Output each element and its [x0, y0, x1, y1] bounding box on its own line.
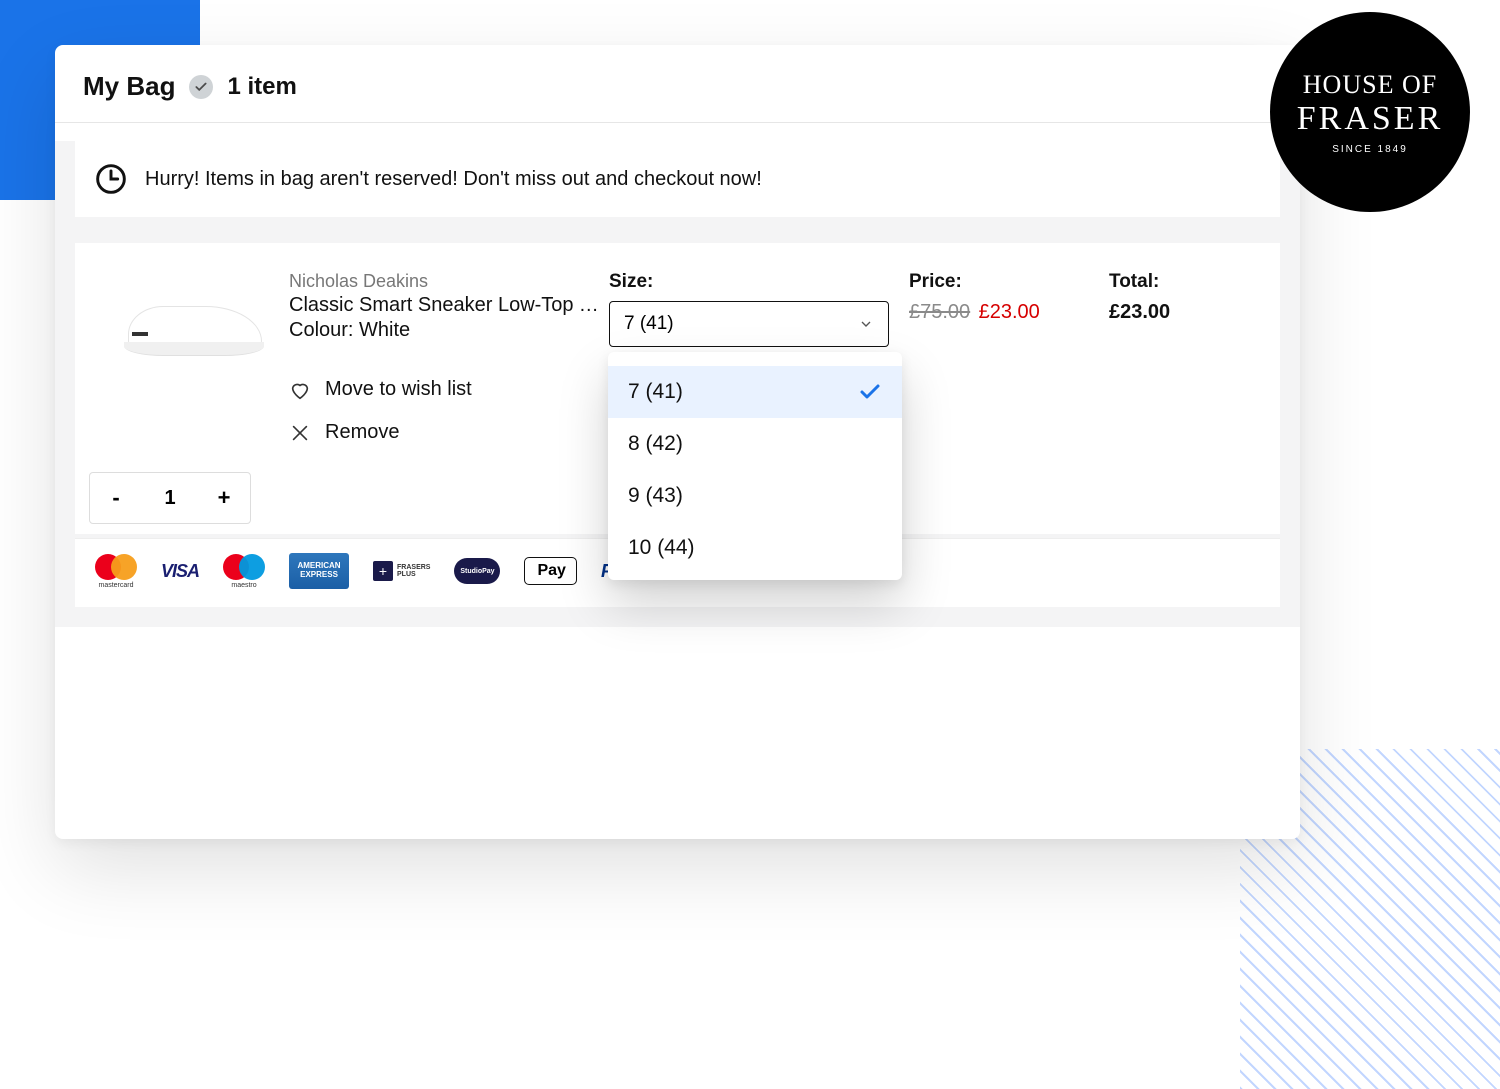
wishlist-label: Move to wish list: [325, 378, 472, 401]
bag-card: My Bag 1 item Hurry! Items in bag aren't…: [55, 45, 1300, 839]
logo-line2: FRASER: [1297, 100, 1444, 138]
item-count: 1 item: [227, 73, 296, 101]
price-values: £75.00 £23.00: [909, 301, 1109, 324]
qty-value: 1: [164, 487, 175, 510]
product-colour: Colour: White: [289, 319, 599, 342]
amex-line2: EXPRESS: [300, 571, 338, 580]
banner-text: Hurry! Items in bag aren't reserved! Don…: [145, 168, 762, 191]
size-option-9[interactable]: 9 (43): [608, 470, 902, 522]
size-option-label: 7 (41): [628, 380, 683, 404]
page-title: My Bag: [83, 71, 175, 102]
size-selected-value: 7 (41): [624, 313, 674, 335]
mastercard-icon: mastercard: [95, 554, 137, 589]
price-label: Price:: [909, 271, 1109, 293]
size-label: Size:: [609, 271, 909, 293]
frasers-plus-icon: + FRASERS PLUS: [373, 561, 430, 581]
product-image: [99, 271, 289, 381]
remove-label: Remove: [325, 421, 399, 444]
old-price: £75.00: [909, 301, 970, 323]
product-actions: Move to wish list Remove: [289, 368, 599, 454]
size-option-7[interactable]: 7 (41): [608, 366, 902, 418]
product-card: Nicholas Deakins Classic Smart Sneaker L…: [75, 243, 1280, 534]
total-label: Total:: [1109, 271, 1249, 293]
studiopay-icon: StudioPay: [454, 558, 500, 584]
size-dropdown: 7 (41) 8 (42) 9 (43) 10 (44): [608, 352, 902, 580]
size-option-8[interactable]: 8 (42): [608, 418, 902, 470]
size-option-label: 8 (42): [628, 432, 683, 456]
size-column: Size: 7 (41) 7 (41) 8 (42): [609, 271, 909, 347]
frasers-label1: FRASERS: [397, 564, 430, 571]
maestro-label: maestro: [231, 582, 256, 589]
qty-decrement-button[interactable]: -: [106, 485, 126, 511]
product-brand: Nicholas Deakins: [289, 271, 599, 292]
quantity-stepper: - 1 +: [89, 472, 251, 524]
logo-line3: SINCE 1849: [1332, 144, 1408, 155]
amex-icon: AMERICAN EXPRESS: [289, 553, 349, 589]
size-option-label: 9 (43): [628, 484, 683, 508]
apple-pay-icon: Pay: [524, 557, 576, 585]
size-option-10[interactable]: 10 (44): [608, 522, 902, 574]
mastercard-label: mastercard: [98, 582, 133, 589]
apple-pay-label: Pay: [537, 562, 565, 580]
bag-header: My Bag 1 item: [55, 45, 1300, 123]
size-select[interactable]: 7 (41) 7 (41) 8 (42) 9 (43): [609, 301, 889, 347]
product-name: Classic Smart Sneaker Low-Top Trai…: [289, 294, 599, 317]
total-price: £23.00: [1109, 301, 1249, 324]
total-column: Total: £23.00: [1109, 271, 1249, 324]
heart-icon: [289, 379, 311, 401]
chevron-down-icon: [858, 316, 874, 332]
close-icon: [289, 422, 311, 444]
remove-button[interactable]: Remove: [289, 411, 599, 454]
product-meta: Nicholas Deakins Classic Smart Sneaker L…: [289, 271, 609, 454]
clock-icon: [95, 163, 127, 195]
check-badge-icon: [189, 75, 213, 99]
frasers-label2: PLUS: [397, 571, 430, 578]
brand-logo: HOUSE OF FRASER SINCE 1849: [1270, 12, 1470, 212]
sneaker-graphic: [124, 296, 264, 356]
logo-line1: HOUSE OF: [1303, 70, 1437, 100]
urgency-banner: Hurry! Items in bag aren't reserved! Don…: [75, 141, 1280, 217]
sale-price: £23.00: [979, 301, 1040, 323]
move-to-wishlist-button[interactable]: Move to wish list: [289, 368, 599, 411]
price-column: Price: £75.00 £23.00: [909, 271, 1109, 324]
size-option-label: 10 (44): [628, 536, 695, 560]
product-row: Nicholas Deakins Classic Smart Sneaker L…: [99, 271, 1256, 454]
maestro-icon: maestro: [223, 554, 265, 589]
check-icon: [858, 380, 882, 404]
qty-increment-button[interactable]: +: [214, 485, 234, 511]
visa-icon: VISA: [161, 558, 199, 584]
bag-content: Hurry! Items in bag aren't reserved! Don…: [55, 141, 1300, 627]
